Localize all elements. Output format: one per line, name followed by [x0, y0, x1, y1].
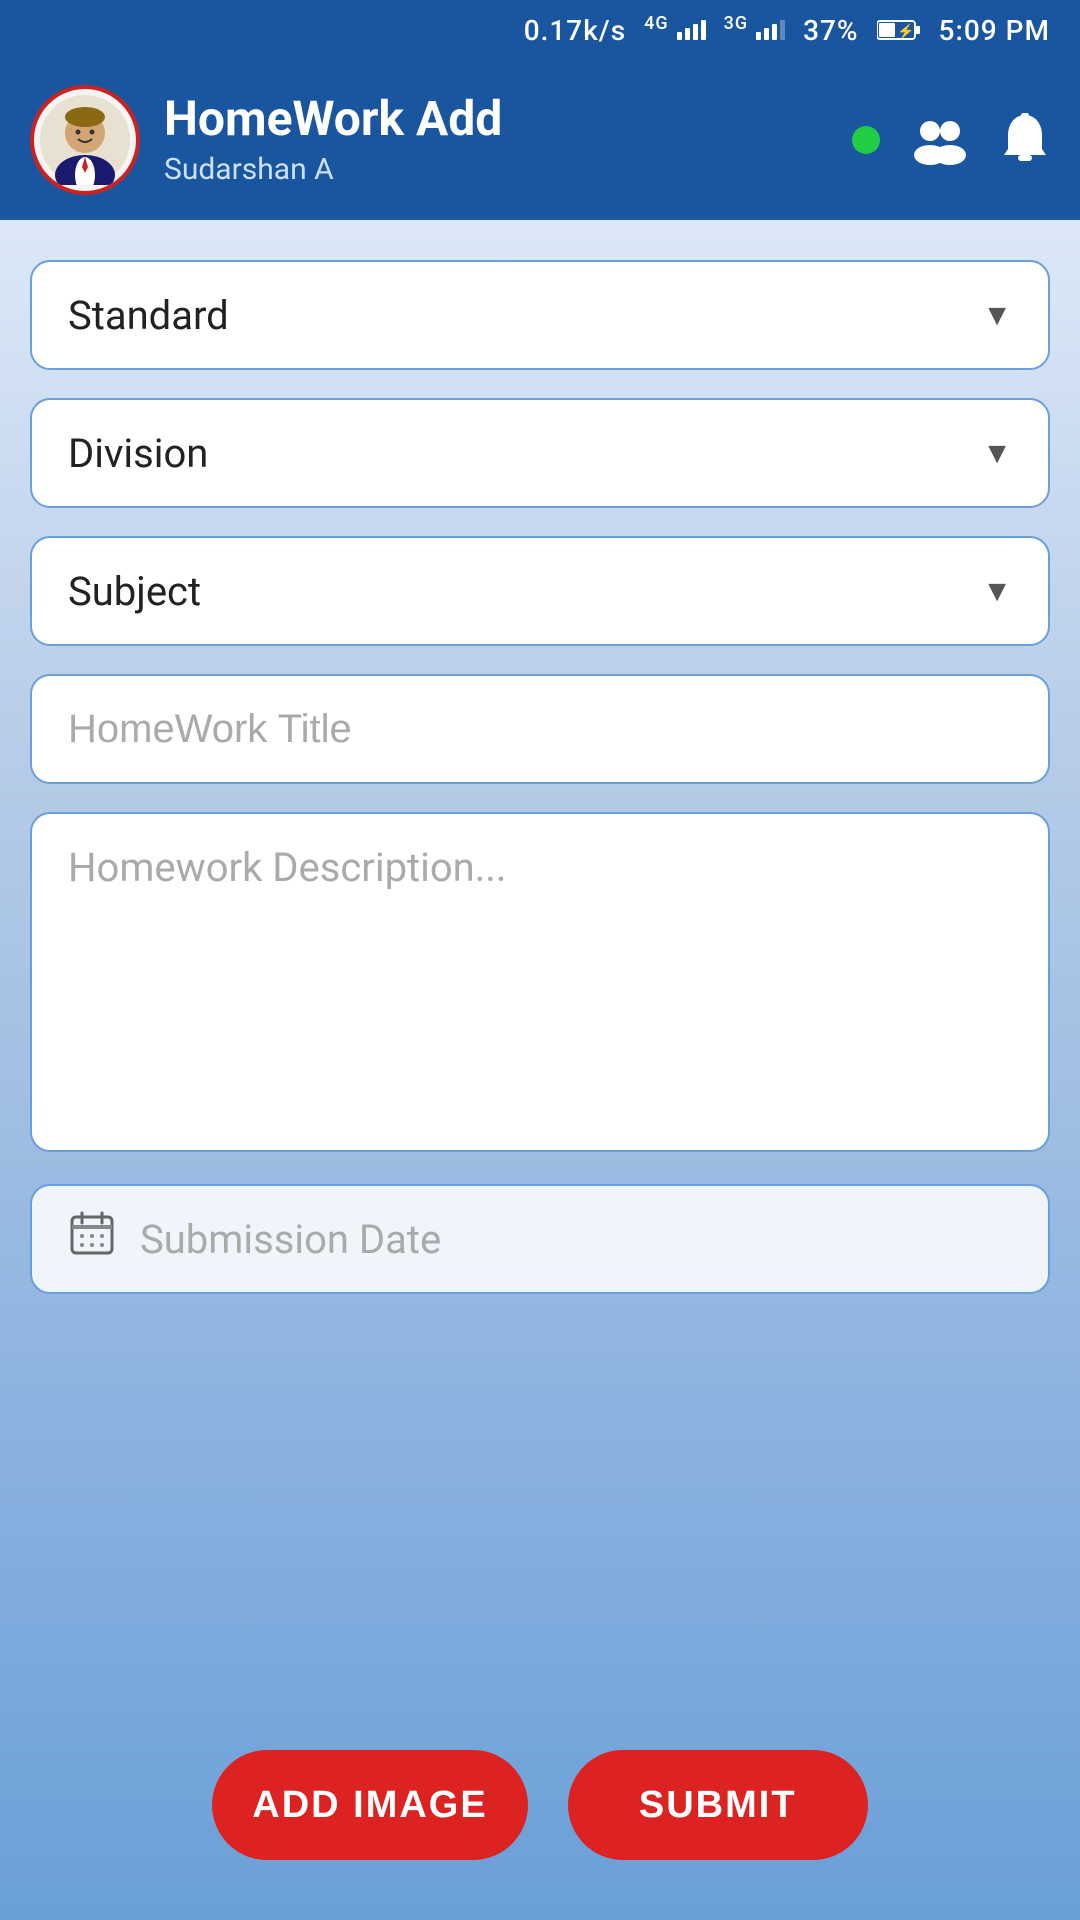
- homework-title-input[interactable]: [30, 674, 1050, 784]
- add-image-button[interactable]: ADD IMAGE: [212, 1750, 527, 1860]
- calendar-icon: [68, 1209, 116, 1269]
- page-title: HomeWork Add: [164, 93, 828, 146]
- bell-icon[interactable]: [1000, 113, 1050, 168]
- network-type-1: 4G: [644, 13, 705, 46]
- standard-label: Standard: [68, 292, 229, 339]
- app-header: HomeWork Add Sudarshan A: [0, 60, 1080, 220]
- division-label: Division: [68, 430, 208, 477]
- standard-dropdown[interactable]: Standard ▼: [30, 260, 1050, 370]
- signal-bars-3g: [756, 18, 785, 40]
- submit-button[interactable]: SUBMIT: [568, 1750, 868, 1860]
- svg-text:⚡: ⚡: [897, 23, 914, 40]
- subject-dropdown[interactable]: Subject ▼: [30, 536, 1050, 646]
- standard-chevron-down-icon: ▼: [982, 298, 1012, 333]
- status-bar: 0.17k/s 4G 3G 37% ⚡ 5:09 PM: [0, 0, 1080, 60]
- subject-label: Subject: [68, 568, 201, 615]
- bottom-buttons: ADD IMAGE SUBMIT: [30, 1750, 1050, 1880]
- main-content: Standard ▼ Division ▼ Subject ▼: [0, 220, 1080, 1920]
- header-icons: [852, 113, 1050, 168]
- division-dropdown[interactable]: Division ▼: [30, 398, 1050, 508]
- division-chevron-down-icon: ▼: [982, 436, 1012, 471]
- online-indicator: [852, 126, 880, 154]
- battery-percent: 37%: [803, 14, 858, 47]
- network-speed: 0.17k/s: [524, 14, 626, 47]
- submission-date-wrapper: Submission Date: [30, 1184, 1050, 1294]
- homework-title-wrapper: [30, 674, 1050, 784]
- signal-bars-4g: [677, 18, 706, 40]
- subject-dropdown-wrapper: Subject ▼: [30, 536, 1050, 646]
- homework-description-input[interactable]: [30, 812, 1050, 1152]
- group-icon[interactable]: [910, 115, 970, 165]
- avatar: [30, 85, 140, 195]
- subject-chevron-down-icon: ▼: [982, 574, 1012, 609]
- division-dropdown-wrapper: Division ▼: [30, 398, 1050, 508]
- submission-date-placeholder: Submission Date: [140, 1216, 441, 1263]
- user-name: Sudarshan A: [164, 152, 828, 187]
- battery-icon: ⚡: [877, 19, 921, 41]
- current-time: 5:09 PM: [939, 14, 1050, 47]
- header-title-block: HomeWork Add Sudarshan A: [164, 93, 828, 187]
- submission-date-field[interactable]: Submission Date: [30, 1184, 1050, 1294]
- network-type-2: 3G: [724, 13, 785, 46]
- homework-description-wrapper: [30, 812, 1050, 1156]
- standard-dropdown-wrapper: Standard ▼: [30, 260, 1050, 370]
